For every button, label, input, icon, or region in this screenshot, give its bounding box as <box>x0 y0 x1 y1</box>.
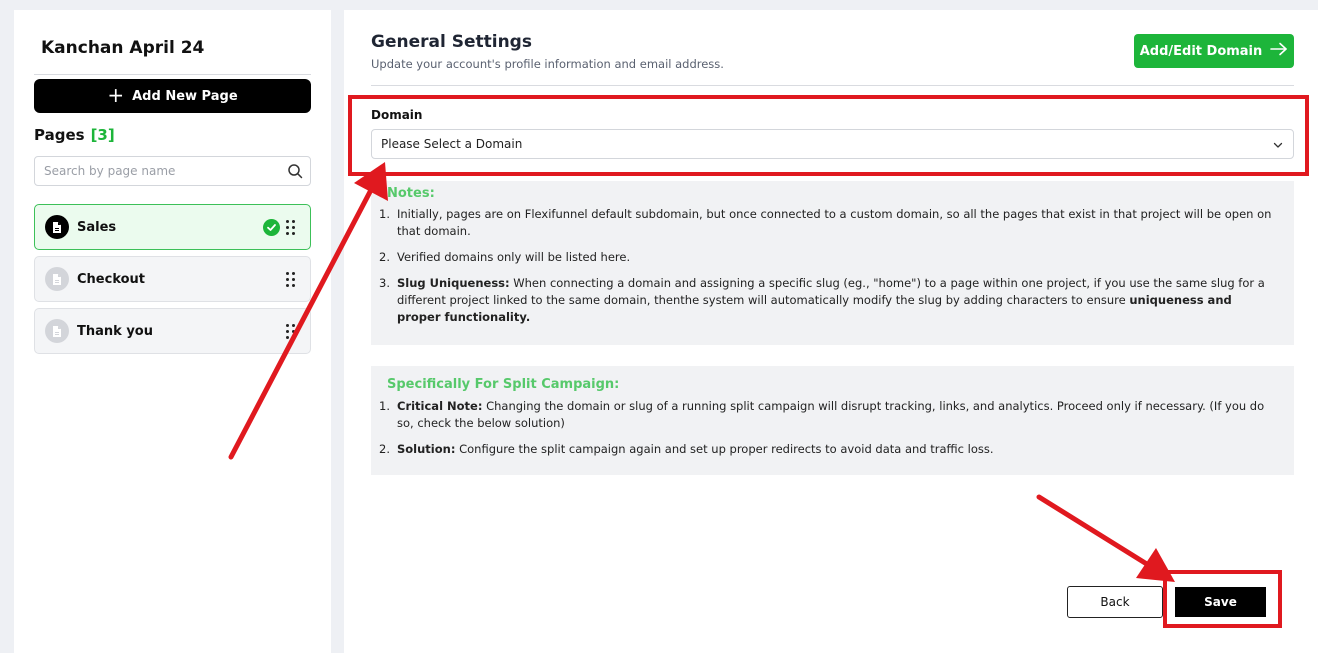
sidebar: Kanchan April 24 + Add New Page Pages [3]… <box>14 10 331 653</box>
list-item: 2. Verified domains only will be listed … <box>379 250 631 264</box>
document-icon <box>45 215 69 239</box>
search-icon[interactable] <box>287 163 303 183</box>
add-edit-domain-label: Add/Edit Domain <box>1139 43 1263 59</box>
page-subtitle: Update your account's profile informatio… <box>371 57 724 71</box>
pages-heading-label: Pages <box>34 126 85 144</box>
page-item-label: Sales <box>77 219 117 235</box>
drag-handle-icon[interactable] <box>286 323 296 339</box>
page-item-label: Checkout <box>77 271 146 287</box>
project-title: Kanchan April 24 <box>41 38 205 58</box>
annotation-highlight-domain <box>348 95 1309 176</box>
pages-heading: Pages [3] <box>34 126 115 144</box>
list-item: 3. Slug Uniqueness: When connecting a do… <box>379 276 1265 324</box>
add-new-page-button[interactable]: + Add New Page <box>34 79 311 113</box>
annotation-highlight-save <box>1163 570 1282 628</box>
page-item-label: Thank you <box>77 323 153 339</box>
notes-list: 1. Initially, pages are on Flexifunnel d… <box>379 206 1279 326</box>
notes-heading: Notes: <box>387 186 435 201</box>
page-item-checkout[interactable]: Checkout <box>34 256 311 302</box>
add-new-page-label: Add New Page <box>132 88 238 104</box>
page-search-input[interactable] <box>35 157 275 185</box>
verified-check-icon <box>263 218 280 236</box>
back-button[interactable]: Back <box>1067 586 1163 618</box>
add-edit-domain-button[interactable]: Add/Edit Domain <box>1134 34 1294 68</box>
list-item: 1. Critical Note: Changing the domain or… <box>379 399 1265 430</box>
split-campaign-list: 1. Critical Note: Changing the domain or… <box>379 398 1279 458</box>
pages-count: [3] <box>90 126 115 144</box>
divider <box>371 85 1294 86</box>
page-item-sales[interactable]: Sales <box>34 204 311 250</box>
split-campaign-heading: Specifically For Split Campaign: <box>387 377 620 392</box>
divider <box>34 74 311 75</box>
page-search[interactable] <box>34 156 311 186</box>
drag-handle-icon[interactable] <box>286 219 296 235</box>
document-icon <box>45 267 69 291</box>
page-title: General Settings <box>371 32 532 52</box>
drag-handle-icon[interactable] <box>286 271 296 287</box>
notes-box: Notes: 1. Initially, pages are on Flexif… <box>371 181 1294 345</box>
list-item: 1. Initially, pages are on Flexifunnel d… <box>379 207 1272 238</box>
document-icon <box>45 319 69 343</box>
arrow-right-icon <box>1270 42 1288 60</box>
list-item: 2. Solution: Configure the split campaig… <box>379 442 994 456</box>
page-item-thank-you[interactable]: Thank you <box>34 308 311 354</box>
split-campaign-box: Specifically For Split Campaign: 1. Crit… <box>371 366 1294 475</box>
plus-icon: + <box>107 83 125 107</box>
